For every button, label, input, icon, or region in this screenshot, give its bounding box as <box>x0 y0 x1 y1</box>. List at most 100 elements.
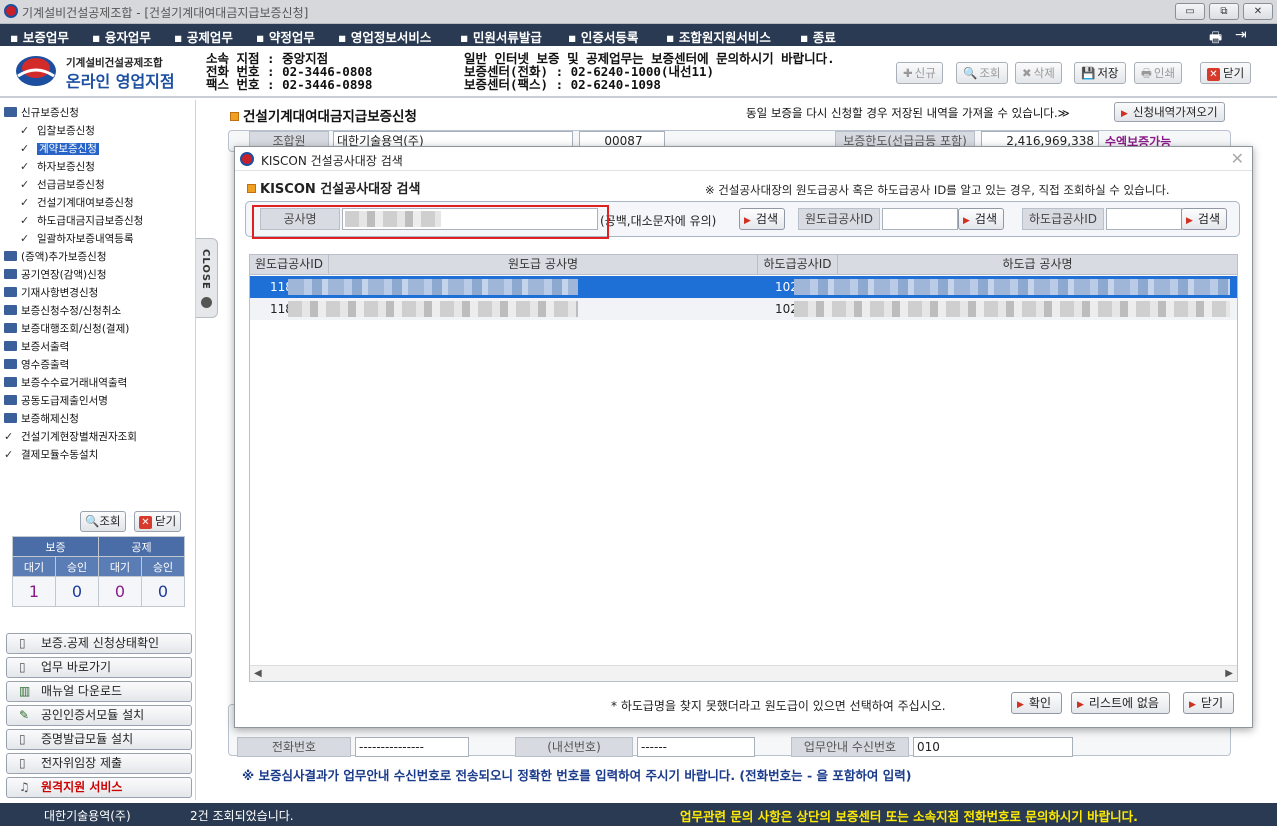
confirm-button[interactable]: ▶ 확인 <box>1011 692 1063 714</box>
tree-item-modify-cancel[interactable]: 보증신청수정/신청취소 <box>4 303 121 318</box>
tree-item-contract-guarantee[interactable]: ✓ 계약보증신청 <box>20 141 99 156</box>
tree-item-equipment-guarantee[interactable]: ✓ 건설기계대여보증신청 <box>20 195 134 210</box>
menu-item-civil-docs[interactable]: ▪ 민원서류발급 <box>460 27 542 46</box>
print-button[interactable]: 🖶 인쇄 <box>1134 62 1183 84</box>
logout-icon[interactable]: ⇥ <box>1235 27 1247 43</box>
tree-item-extension[interactable]: 공기연장(감액)신청 <box>4 267 106 282</box>
extension-field[interactable]: ------ <box>637 737 755 757</box>
arrow-icon: ▶ <box>744 216 751 226</box>
tree-item-new-guarantee[interactable]: 신규보증신청 <box>4 105 79 120</box>
header-close-button[interactable]: ✕ 닫기 <box>1200 62 1252 84</box>
horizontal-scrollbar[interactable]: ◀ ▶ <box>250 665 1237 681</box>
document-check-icon: ✓ <box>20 124 30 137</box>
document-icon: ▯ <box>19 756 26 770</box>
tree-item-creditor-inquiry[interactable]: ✓ 건설기계현장별채권자조회 <box>4 429 137 444</box>
tree-item-subcontract-guarantee[interactable]: ✓ 하도급대금지급보증신청 <box>20 213 143 228</box>
menu-item-cert-register[interactable]: ▪ 인증서등록 <box>568 27 638 46</box>
column-header-prime-name[interactable]: 원도급 공사명 <box>329 255 758 275</box>
sidebar-search-button[interactable]: 🔍조회 <box>80 511 126 532</box>
folder-icon <box>4 341 17 351</box>
receive-number-field[interactable]: 010 <box>913 737 1073 757</box>
sub-id-label: 하도급공사ID <box>1022 208 1104 230</box>
not-in-list-button[interactable]: ▶ 리스트에 없음 <box>1071 692 1170 714</box>
tree-item-advance-guarantee[interactable]: ✓ 선급금보증신청 <box>20 177 105 192</box>
tree-item-joint-signature[interactable]: 공동도급제출인서명 <box>4 393 108 408</box>
tree-item-fee-history[interactable]: 보증수수료거래내역출력 <box>4 375 127 390</box>
dialog-close-button[interactable]: ▶ 닫기 <box>1183 692 1235 714</box>
sub-id-input[interactable] <box>1106 208 1182 230</box>
quick-shortcut[interactable]: ▯ 업무 바로가기 <box>6 657 192 678</box>
scroll-right-icon[interactable]: ▶ <box>1225 666 1233 682</box>
menu-item-mutual-aid[interactable]: ▪ 공제업무 <box>174 27 233 46</box>
dialog-close-icon[interactable]: ✕ <box>1231 149 1244 168</box>
quick-proof-module[interactable]: ▯ 증명발급모듈 설치 <box>6 729 192 750</box>
sidebar-close-tab[interactable]: CLOSE <box>196 238 218 318</box>
quick-e-delegation[interactable]: ▯ 전자위임장 제출 <box>6 753 192 774</box>
status-count: 2건 조회되었습니다. <box>190 809 294 823</box>
minimize-button[interactable]: ▭ <box>1175 3 1205 20</box>
folder-icon <box>4 359 17 369</box>
quick-status-check[interactable]: ▯ 보증.공제 신청상태확인 <box>6 633 192 654</box>
document-check-icon: ✓ <box>20 142 30 155</box>
sub-id-search-button[interactable]: ▶ 검색 <box>1181 208 1228 230</box>
stat-guarantee-pending[interactable]: 1 <box>12 576 56 607</box>
close-window-button[interactable]: ✕ <box>1243 3 1273 20</box>
sidebar-close-button[interactable]: ✕ 닫기 <box>134 511 182 532</box>
tree-item-print-guarantee[interactable]: 보증서출력 <box>4 339 69 354</box>
tree-item-payment-module[interactable]: ✓ 결제모듈수동설치 <box>4 447 98 462</box>
tree-item-bulk-defect[interactable]: ✓ 일괄하자보증내역등록 <box>20 231 134 246</box>
quick-remote-support[interactable]: ♫ 원격지원 서비스 <box>6 777 192 798</box>
menu-item-member-support[interactable]: ▪ 조합원지원서비스 <box>666 27 771 46</box>
phone-field[interactable]: --------------- <box>355 737 469 757</box>
menu-item-exit[interactable]: ▪ 종료 <box>800 27 836 46</box>
prime-id-label: 원도급공사ID <box>798 208 880 230</box>
table-row[interactable]: 118 102 <box>250 298 1237 320</box>
status-company: 대한기술용역(주) <box>44 809 131 823</box>
folder-icon <box>4 305 17 315</box>
quick-manual-download[interactable]: ▥ 매뉴얼 다운로드 <box>6 681 192 702</box>
stat-mutual-approved[interactable]: 0 <box>141 576 185 607</box>
scroll-left-icon[interactable]: ◀ <box>254 666 262 682</box>
column-header-sub-id[interactable]: 하도급공사ID <box>758 255 838 275</box>
project-name-search-button[interactable]: ▶ 검색 <box>739 208 786 230</box>
tree-item-change-request[interactable]: 기재사항변경신청 <box>4 285 98 300</box>
redacted-text <box>288 279 578 295</box>
column-header-prime-id[interactable]: 원도급공사ID <box>250 255 329 275</box>
page-title: 건설기계대여대금지급보증신청 <box>230 105 417 125</box>
quick-cert-module[interactable]: ✎ 공인인증서모듈 설치 <box>6 705 192 726</box>
app-logo-icon <box>4 4 18 18</box>
prime-id-input[interactable] <box>882 208 958 230</box>
menu-item-agreement[interactable]: ▪ 약정업무 <box>256 27 315 46</box>
menu-item-loan[interactable]: ▪ 융자업무 <box>92 27 151 46</box>
extension-label: (내선번호) <box>515 737 633 757</box>
document-check-icon: ✓ <box>20 232 30 245</box>
arrow-icon: ▶ <box>1077 700 1084 710</box>
arrow-icon: ▶ <box>1186 216 1193 226</box>
search-button[interactable]: 🔍 조회 <box>956 62 1008 84</box>
menu-item-business-info[interactable]: ▪ 영업정보서비스 <box>338 27 431 46</box>
tree-item-release[interactable]: 보증해제신청 <box>4 411 79 426</box>
maximize-button[interactable]: ⧉ <box>1209 3 1239 20</box>
stat-guarantee-approved[interactable]: 0 <box>55 576 99 607</box>
load-history-button[interactable]: ▶ 신청내역가져오기 <box>1114 102 1225 122</box>
folder-icon <box>4 107 17 117</box>
footer-note: * 하도급명을 찾지 못했더라고 원도급이 있으면 선택하여 주십시오. <box>611 699 946 713</box>
tree-item-print-receipt[interactable]: 영수증출력 <box>4 357 69 372</box>
save-button[interactable]: 💾 저장 <box>1074 62 1126 84</box>
stat-subhead: 승인 <box>55 556 99 577</box>
stat-subhead: 대기 <box>98 556 142 577</box>
tree-item-proxy-inquiry[interactable]: 보증대행조회/신청(결제) <box>4 321 129 336</box>
column-header-sub-name[interactable]: 하도급 공사명 <box>838 255 1237 275</box>
tree-item-defect-guarantee[interactable]: ✓ 하자보증신청 <box>20 159 95 174</box>
stat-group-guarantee: 보증 <box>12 536 99 557</box>
app-logo-icon <box>240 152 254 166</box>
new-button[interactable]: ✚ 신규 <box>896 62 943 84</box>
stat-group-mutual: 공제 <box>98 536 185 557</box>
menu-item-guarantee[interactable]: ▪ 보증업무 <box>10 27 69 46</box>
tree-item-bid-guarantee[interactable]: ✓ 입찰보증신청 <box>20 123 95 138</box>
prime-id-search-button[interactable]: ▶ 검색 <box>958 208 1005 230</box>
stat-mutual-pending[interactable]: 0 <box>98 576 142 607</box>
tree-item-additional-guarantee[interactable]: (증액)추가보증신청 <box>4 249 106 264</box>
delete-button[interactable]: ✖ 삭제 <box>1015 62 1062 84</box>
table-row[interactable]: 118 102 <box>250 276 1237 298</box>
